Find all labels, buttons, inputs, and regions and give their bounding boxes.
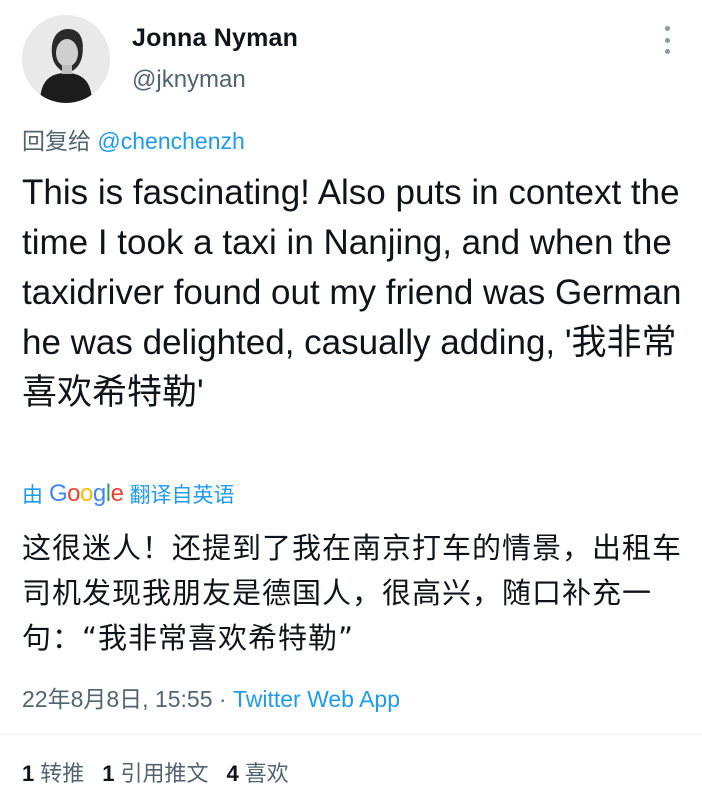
quotes-count: 1 [102, 761, 115, 786]
likes-stat[interactable]: 4 喜欢 [227, 756, 289, 788]
google-logo: Google [49, 480, 124, 507]
meta-separator: · [212, 686, 233, 712]
more-options-icon[interactable] [652, 24, 682, 56]
avatar[interactable] [22, 15, 110, 103]
tweet-meta: 22年8月8日, 15:55 · Twitter Web App [22, 680, 400, 714]
avatar-photo-icon [22, 15, 110, 103]
source-link[interactable]: Twitter Web App [233, 686, 400, 712]
retweets-count: 1 [22, 761, 35, 786]
likes-count: 4 [226, 761, 239, 786]
divider [0, 734, 702, 735]
retweets-stat[interactable]: 1 转推 [22, 756, 84, 788]
translated-by-label: 由 [22, 484, 43, 507]
likes-label: 喜欢 [244, 761, 289, 786]
reply-context: 回复给 @chenchenzh [22, 122, 245, 156]
translation-attribution: 由 Google 翻译自英语 [22, 479, 234, 509]
author-name[interactable]: Jonna Nyman [132, 24, 298, 53]
reply-mention-link[interactable]: @chenchenzh [97, 128, 244, 154]
reply-prefix: 回复给 [22, 128, 98, 154]
quotes-label: 引用推文 [120, 761, 209, 786]
timestamp[interactable]: 22年8月8日, 15:55 [22, 686, 213, 712]
more-dot [664, 37, 670, 43]
retweets-label: 转推 [40, 761, 85, 786]
more-dot [664, 49, 670, 54]
tweet-text: This is fascinating! Also puts in contex… [22, 173, 692, 412]
translated-from-english-link[interactable]: 翻译自英语 [129, 479, 234, 509]
more-dot [664, 26, 670, 31]
author-handle[interactable]: @jknyman [132, 66, 246, 94]
quotes-stat[interactable]: 1 引用推文 [102, 756, 208, 788]
tweet-header: Jonna Nyman @jknyman [0, 0, 702, 120]
engagement-stats: 1 转推 1 引用推文 4 喜欢 [22, 756, 289, 788]
translated-text: 这很迷人！还提到了我在南京打车的情景，出租车司机发现我朋友是德国人，很高兴，随口… [22, 531, 683, 655]
